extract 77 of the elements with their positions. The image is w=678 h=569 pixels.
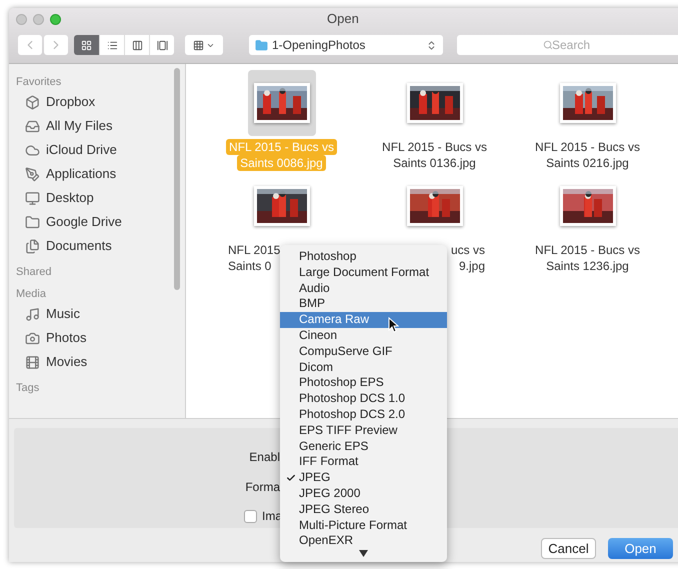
pen-icon [25, 166, 40, 182]
file-name: NFL 2015 [228, 242, 280, 258]
camera-icon [25, 330, 40, 346]
pointer-icon [388, 317, 399, 333]
sidebar-item[interactable]: Applications [9, 162, 185, 186]
menu-item[interactable]: OpenEXR [280, 533, 447, 550]
view-mode-button[interactable] [74, 35, 99, 55]
box-icon [25, 94, 40, 110]
menu-item[interactable]: Generic EPS [280, 438, 447, 454]
zoom-button[interactable] [50, 14, 61, 24]
file-name: ucs vs [450, 242, 485, 258]
sidebar-heading: Favorites [15, 75, 62, 90]
sidebar-item[interactable]: Photos [9, 326, 185, 350]
window-title: Open [327, 10, 359, 28]
menu-item[interactable]: Photoshop EPS [280, 375, 447, 392]
location-popup[interactable]: 1-OpeningPhotos [249, 35, 443, 55]
file-name: NFL 2015 - Bucs vs [535, 139, 640, 155]
grid-icon [193, 40, 204, 50]
menu-item[interactable]: IFF Format [280, 454, 447, 470]
menu-item[interactable]: CompuServe GIF [280, 344, 447, 360]
film-icon [25, 354, 40, 370]
sidebar-item[interactable]: Dropbox [9, 90, 185, 114]
file-name: 9.jpg [458, 258, 485, 274]
menu-item[interactable]: Camera Raw [280, 312, 447, 328]
scrollbar[interactable] [174, 68, 180, 290]
grid-icon [81, 40, 92, 50]
sidebar-item[interactable]: Movies [9, 350, 185, 374]
menu-item[interactable]: Multi-Picture Format [280, 518, 447, 534]
sidebar-item[interactable]: Music [9, 302, 185, 326]
menu-item[interactable]: Photoshop DCS 1.0 [280, 391, 447, 407]
check-icon [286, 473, 296, 484]
sidebar-item[interactable]: Desktop [9, 186, 185, 210]
file-name: Saints 0216.jpg [546, 155, 629, 171]
arrange-button[interactable] [185, 35, 223, 55]
scroll-down-icon [359, 550, 368, 557]
sidebar-item[interactable]: Documents [9, 234, 185, 258]
documents-icon [25, 238, 40, 254]
cloud-icon [25, 142, 40, 158]
folder-icon [255, 38, 268, 52]
menu-item[interactable]: Cineon [280, 328, 447, 344]
menu-item[interactable]: Audio [280, 280, 447, 296]
monitor-icon [25, 190, 40, 206]
file-name: Saints 0 [228, 258, 272, 274]
menu-item[interactable]: JPEG 2000 [280, 486, 447, 502]
menu-item[interactable]: Photoshop DCS 2.0 [280, 406, 447, 423]
tray-icon [25, 118, 40, 134]
sidebar-heading: Tags [15, 381, 40, 396]
menu-item[interactable]: Dicom [280, 360, 447, 376]
folder-icon [25, 214, 40, 230]
option-label: Enabl [249, 449, 280, 464]
menu-item[interactable]: JPEG [280, 470, 447, 486]
menu-item[interactable]: EPS TIFF Preview [280, 422, 447, 439]
sidebar-heading: Media [15, 287, 47, 302]
checkbox[interactable] [244, 510, 257, 522]
thumbnail-tile[interactable] [248, 70, 316, 136]
stepper-icon [426, 40, 437, 50]
music-note-icon [25, 306, 40, 322]
file-name: Saints 0136.jpg [393, 155, 476, 171]
menu-item[interactable]: JPEG Stereo [280, 502, 447, 518]
file-name: NFL 2015 - Bucs vs [382, 139, 487, 155]
cancel-button[interactable]: Cancel [541, 538, 596, 559]
menu-item[interactable]: Photoshop [280, 249, 447, 265]
file-name: NFL 2015 - Bucs vs [535, 242, 640, 258]
search-field[interactable]: Search [457, 35, 678, 55]
menu-item[interactable]: Large Document Format [280, 264, 447, 281]
sidebar-item[interactable]: iCloud Drive [9, 138, 185, 162]
file-name: Saints 0086.jpg [237, 155, 326, 171]
file-name: Saints 1236.jpg [546, 258, 629, 274]
search-icon [543, 40, 553, 50]
option-label: Forma [245, 479, 280, 494]
menu-item[interactable]: BMP [280, 296, 447, 312]
sidebar-item[interactable]: All My Files [9, 114, 185, 138]
columns-icon [132, 40, 142, 50]
file-name: NFL 2015 - Bucs vs [226, 139, 337, 155]
sidebar-heading: Shared [15, 265, 52, 280]
gallery-icon [156, 40, 168, 50]
sidebar-item[interactable]: Google Drive [9, 210, 185, 234]
